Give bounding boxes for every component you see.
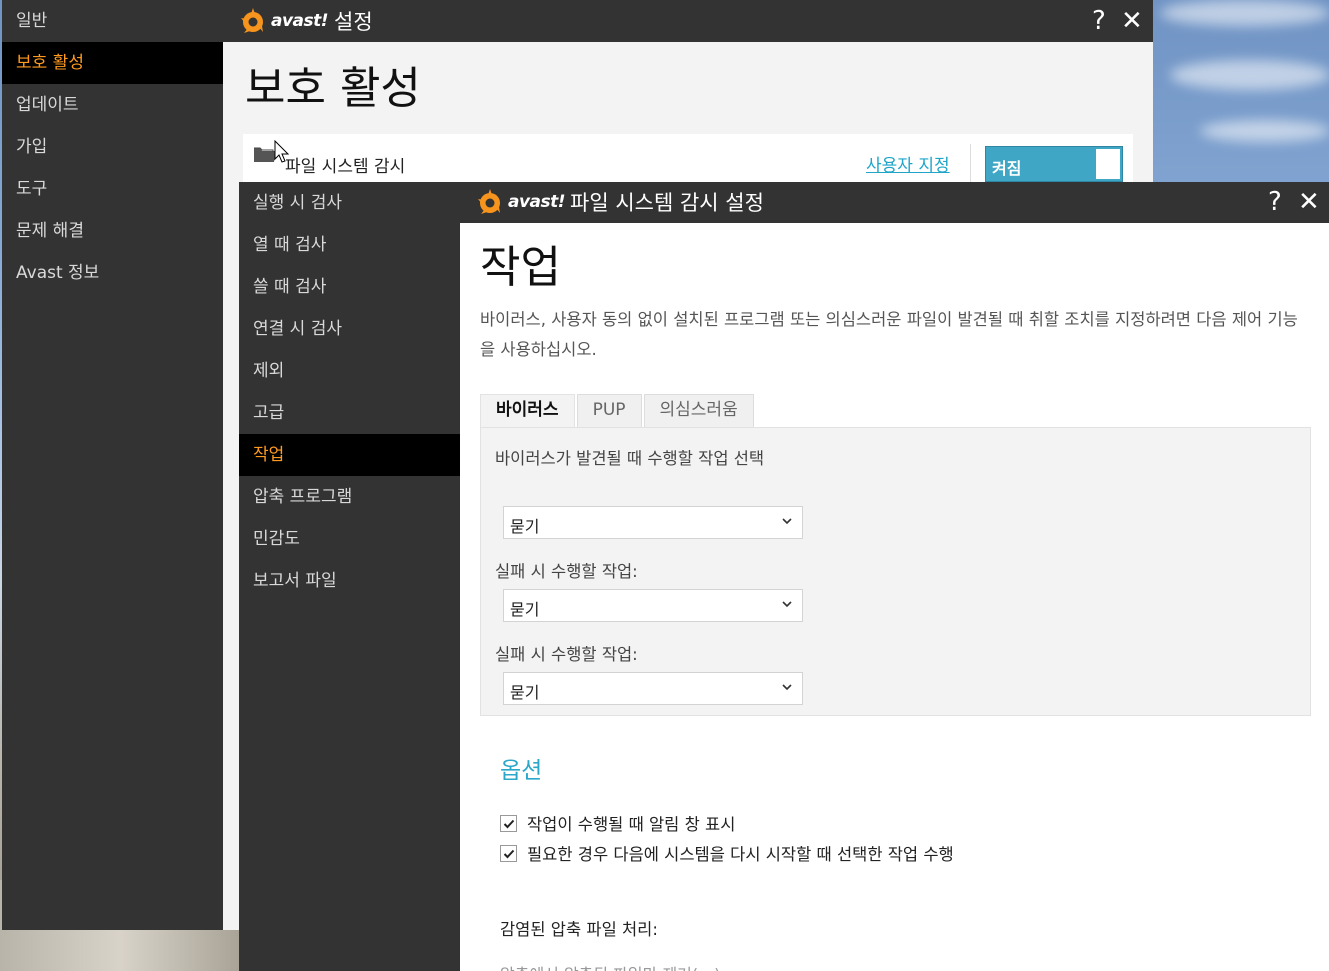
sidebar-item-scan-on-write[interactable]: 쓸 때 검사 (239, 266, 460, 308)
checkmark-icon (503, 849, 515, 858)
page-title: 보호 활성 (245, 63, 421, 114)
dialog-content: 작업 바이러스, 사용자 동의 없이 설치된 프로그램 또는 의심스러운 파일이… (460, 223, 1329, 971)
checkbox-box[interactable] (500, 814, 517, 832)
dialog-sidebar: 실행 시 검사 열 때 검사 쓸 때 검사 연결 시 검사 제외 고급 작업 압… (239, 182, 460, 971)
options-title: 옵션 (500, 758, 543, 784)
virus-action-prompt: 바이러스가 발견될 때 수행할 작업 선택 (495, 449, 765, 468)
fallback-action-select-2[interactable]: 묻기 (503, 672, 803, 705)
checkmark-icon (503, 819, 515, 828)
settings-titlebar: avast! 설정 ? ✕ (223, 0, 1153, 42)
checkbox-box[interactable] (500, 844, 517, 862)
dialog-titlebar: avast! 파일 시스템 감시 설정 ? ✕ (460, 182, 1329, 223)
mouse-cursor-icon (274, 140, 290, 163)
show-alert-checkbox[interactable]: 작업이 수행될 때 알림 창 표시 (500, 811, 735, 835)
avast-logo-text: avast! (271, 11, 329, 31)
page-description: 바이러스, 사용자 동의 없이 설치된 프로그램 또는 의심스러운 파일이 발견… (480, 310, 1298, 359)
sidebar-item-active-protection[interactable]: 보호 활성 (2, 42, 223, 84)
window-title: 설정 (334, 10, 373, 34)
sidebar-item-tools[interactable]: 도구 (2, 168, 223, 210)
sidebar-item-sensitivity[interactable]: 민감도 (239, 518, 460, 560)
sidebar-item-about[interactable]: Avast 정보 (2, 252, 223, 294)
sidebar-item-advanced[interactable]: 고급 (239, 392, 460, 434)
primary-action-value: 묻기 (510, 517, 540, 536)
toggle-knob (1096, 149, 1120, 179)
infected-archive-label: 감염된 압축 파일 처리: (500, 920, 658, 939)
file-system-shield-row: 파일 시스템 감시 사용자 지정 켜짐 (243, 134, 1133, 184)
sidebar-item-actions[interactable]: 작업 (239, 434, 460, 476)
show-alert-label: 작업이 수행될 때 알림 창 표시 (527, 815, 736, 834)
virus-action-panel: 바이러스가 발견될 때 수행할 작업 선택 묻기 실패 시 수행할 작업: 묻기… (480, 427, 1311, 716)
close-button[interactable]: ✕ (1298, 189, 1320, 215)
action-on-reboot-label: 필요한 경우 다음에 시스템을 다시 시작할 때 선택한 작업 수행 (527, 845, 954, 864)
tab-pup[interactable]: PUP (576, 394, 642, 427)
sidebar-item-troubleshooting[interactable]: 문제 해결 (2, 210, 223, 252)
fallback-action-value-1: 묻기 (510, 600, 540, 619)
avast-logo-icon (239, 6, 269, 36)
page-title: 작업 (480, 242, 561, 293)
shield-settings-dialog: 실행 시 검사 열 때 검사 쓸 때 검사 연결 시 검사 제외 고급 작업 압… (239, 182, 1329, 971)
dialog-title: 파일 시스템 감시 설정 (570, 191, 764, 215)
options-section: 옵션 작업이 수행될 때 알림 창 표시 필요한 경우 다음에 시스템을 다시 … (480, 741, 1311, 971)
archive-option-1[interactable]: 압축에서 압축된 파일만 제거(…) (500, 961, 720, 971)
fallback-action-select-1[interactable]: 묻기 (503, 589, 803, 622)
sidebar-item-update[interactable]: 업데이트 (2, 84, 223, 126)
customize-link[interactable]: 사용자 지정 (866, 151, 950, 176)
chevron-down-icon (782, 684, 792, 691)
avast-logo: avast! (239, 6, 329, 36)
row-divider (970, 144, 971, 184)
settings-sidebar: 일반 보호 활성 업데이트 가입 도구 문제 해결 Avast 정보 (2, 0, 223, 930)
fallback-action-label-1: 실패 시 수행할 작업: (495, 562, 638, 581)
chevron-down-icon (782, 518, 792, 525)
help-button[interactable]: ? (1092, 8, 1106, 34)
sidebar-item-scan-on-open[interactable]: 열 때 검사 (239, 224, 460, 266)
sidebar-item-scan-on-execute[interactable]: 실행 시 검사 (239, 182, 460, 224)
sidebar-item-packers[interactable]: 압축 프로그램 (239, 476, 460, 518)
tab-virus[interactable]: 바이러스 (480, 394, 575, 427)
shield-toggle[interactable]: 켜짐 (985, 146, 1123, 182)
avast-logo: avast! (476, 187, 566, 217)
action-on-reboot-checkbox[interactable]: 필요한 경우 다음에 시스템을 다시 시작할 때 선택한 작업 수행 (500, 841, 954, 865)
sidebar-item-general[interactable]: 일반 (2, 0, 223, 42)
fallback-action-label-2: 실패 시 수행할 작업: (495, 645, 638, 664)
chevron-down-icon (782, 601, 792, 608)
close-button[interactable]: ✕ (1121, 8, 1143, 34)
tab-suspicious[interactable]: 의심스러움 (643, 394, 754, 427)
toggle-label: 켜짐 (992, 159, 1022, 178)
help-button[interactable]: ? (1268, 189, 1282, 215)
threat-type-tabs: 바이러스 PUP 의심스러움 (480, 394, 756, 427)
file-system-shield-label: 파일 시스템 감시 (285, 157, 406, 177)
avast-logo-text: avast! (508, 192, 566, 212)
avast-logo-icon (476, 187, 506, 217)
sidebar-item-exclusions[interactable]: 제외 (239, 350, 460, 392)
fallback-action-value-2: 묻기 (510, 683, 540, 702)
sidebar-item-report-file[interactable]: 보고서 파일 (239, 560, 460, 602)
sidebar-item-subscription[interactable]: 가입 (2, 126, 223, 168)
sidebar-item-scan-on-attach[interactable]: 연결 시 검사 (239, 308, 460, 350)
primary-action-select[interactable]: 묻기 (503, 506, 803, 539)
